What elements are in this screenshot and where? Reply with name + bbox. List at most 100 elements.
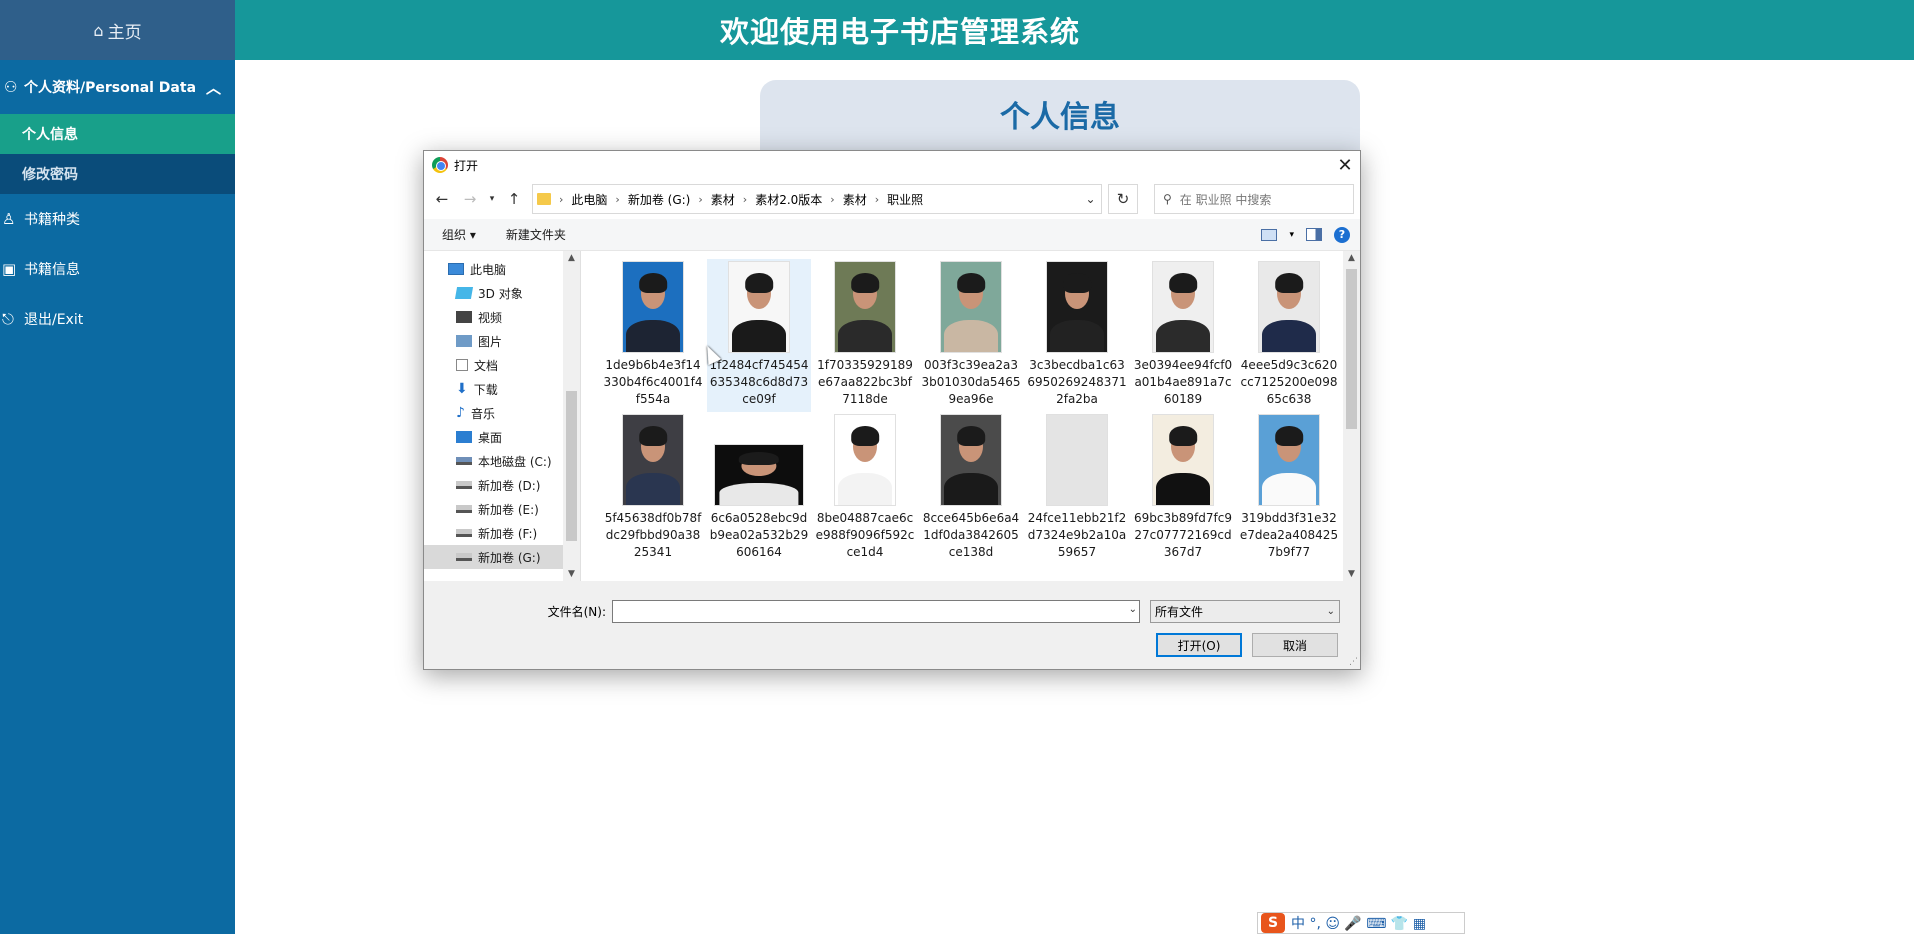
file-item[interactable]: 24fce11ebb21f2d7324e9b2a10a59657 (1025, 412, 1129, 565)
file-name: 3e0394ee94fcf0a01b4ae891a7c60189 (1133, 358, 1233, 406)
scroll-up-icon[interactable]: ▲ (563, 253, 580, 263)
preview-pane-icon[interactable] (1306, 228, 1322, 241)
video-icon (456, 311, 472, 323)
chevron-right-icon: › (698, 192, 703, 206)
file-scroll-thumb[interactable] (1346, 269, 1357, 429)
filename-field[interactable]: ⌄ (612, 599, 1140, 623)
card-title: 个人信息 (1000, 100, 1120, 135)
back-button[interactable]: ← (430, 190, 454, 208)
view-options-icon[interactable] (1261, 228, 1278, 241)
file-item[interactable]: 1de9b6b4e3f14330b4f6c4001f4f554a (601, 259, 705, 412)
file-item[interactable]: 3c3becdba1c636950269248371 2fa2ba (1025, 259, 1129, 412)
forward-button[interactable]: → (458, 190, 482, 208)
sidebar-group-personal-data[interactable]: ⚇ 个人资料/Personal Data ︿ (0, 60, 235, 114)
sidebar-item-change-password[interactable]: 修改密码 (0, 154, 235, 194)
nav-item[interactable]: 新加卷 (D:) (424, 473, 580, 497)
file-item[interactable]: 1f70335929189e67aa822bc3bf7118de (813, 259, 917, 412)
file-item[interactable]: 4eee5d9c3c620cc7125200e09865c638 (1237, 259, 1341, 412)
nav-scroll-thumb[interactable] (566, 391, 577, 541)
breadcrumb-sucai-sub[interactable]: 素材 (843, 191, 867, 208)
ime-toolbar[interactable]: S 中 °, ☺ 🎤 ⌨ 👕 ▦ (1257, 912, 1465, 934)
up-button[interactable]: ↑ (502, 190, 526, 208)
file-scrollbar[interactable]: ▲ ▼ (1343, 251, 1360, 581)
resize-grip-icon[interactable]: ⋰ (1349, 657, 1358, 667)
photo-thumbnail (1258, 414, 1320, 506)
nav-item-label: 本地磁盘 (C:) (478, 454, 552, 469)
file-item[interactable]: 5f45638df0b78fdc29fbbd90a3825341 (601, 412, 705, 565)
open-button[interactable]: 打开(O) (1156, 633, 1242, 657)
scroll-up-icon[interactable]: ▲ (1343, 253, 1360, 263)
file-item[interactable]: 8cce645b6e6a41df0da3842605ce138d (919, 412, 1023, 565)
filename-input[interactable] (613, 600, 1139, 622)
nav-item-label: 图片 (478, 334, 503, 349)
nav-item[interactable]: 新加卷 (G:) (424, 545, 580, 569)
nav-item[interactable]: 新加卷 (E:) (424, 497, 580, 521)
search-input[interactable]: ⚲ 在 职业照 中搜索 (1154, 184, 1354, 214)
filename-label: 文件名(N): (547, 604, 606, 619)
pictures-icon (456, 335, 472, 347)
portrait-body (838, 319, 892, 352)
nav-item[interactable]: 图片 (424, 329, 580, 353)
organize-button[interactable]: 组织 ▾ (442, 226, 476, 243)
nav-item[interactable]: 新加卷 (F:) (424, 521, 580, 545)
nav-item[interactable]: 本地磁盘 (C:) (424, 449, 580, 473)
file-item[interactable]: 69bc3b89fd7fc927c07772169cd367d7 (1131, 412, 1235, 565)
nav-item[interactable]: 此电脑 (424, 257, 580, 281)
file-item[interactable]: 003f3c39ea2a33b01030da54659ea96e (919, 259, 1023, 412)
breadcrumb-this-pc[interactable]: 此电脑 (571, 191, 607, 208)
cancel-button[interactable]: 取消 (1252, 633, 1338, 657)
nav-item[interactable]: 文档 (424, 353, 580, 377)
file-item[interactable]: 319bdd3f31e32e7dea2a4084257b9f77 (1237, 412, 1341, 565)
nav-item[interactable]: 3D 对象 (424, 281, 580, 305)
thumbnail-frame (926, 261, 1016, 353)
file-type-select[interactable]: 所有文件 ⌄ (1150, 599, 1340, 623)
portrait-body (1156, 319, 1210, 352)
address-dropdown-button[interactable]: ⌄ (1079, 192, 1101, 206)
sogou-logo-icon: S (1261, 913, 1285, 933)
sidebar-item-exit[interactable]: ⎋ 退出/Exit (0, 294, 235, 344)
nav-scrollbar[interactable]: ▲ ▼ (563, 251, 580, 581)
new-folder-button[interactable]: 新建文件夹 (506, 226, 566, 243)
close-button[interactable]: ✕ (1330, 155, 1360, 176)
nav-item[interactable]: ♪ 音乐 (424, 401, 580, 425)
photo-thumbnail (940, 414, 1002, 506)
refresh-button[interactable]: ↻ (1108, 184, 1138, 214)
nav-item[interactable]: 视频 (424, 305, 580, 329)
scroll-down-icon[interactable]: ▼ (563, 569, 580, 579)
recent-locations-button[interactable]: ▾ (486, 194, 498, 204)
nav-item-label: 视频 (478, 310, 503, 325)
file-item[interactable]: 6c6a0528ebc9db9ea02a532b29606164 (707, 412, 811, 565)
ime-status-icons: 中 °, ☺ 🎤 ⌨ 👕 ▦ (1291, 916, 1427, 932)
nav-item-label: 新加卷 (G:) (478, 550, 541, 565)
sidebar-item-book-info[interactable]: ▣ 书籍信息 (0, 244, 235, 294)
breadcrumb-drive-g[interactable]: 新加卷 (G:) (628, 191, 691, 208)
thumbnail-frame (1244, 261, 1334, 353)
sidebar-item-personal-info[interactable]: 个人信息 (0, 114, 235, 154)
sidebar-item-label: 退出/Exit (24, 312, 84, 328)
breadcrumb-current[interactable]: 职业照 (887, 191, 923, 208)
breadcrumb-sucai[interactable]: 素材 (711, 191, 735, 208)
sidebar: ⌂ 主页 ⚇ 个人资料/Personal Data ︿ 个人信息 修改密码 ♙ … (0, 0, 235, 934)
chevron-down-icon[interactable]: ⌄ (1129, 604, 1137, 615)
nav-item[interactable]: 桌面 (424, 425, 580, 449)
breadcrumb-sucai-2[interactable]: 素材2.0版本 (755, 191, 822, 208)
file-item[interactable]: 8be04887cae6ce988f9096f592cce1d4 (813, 412, 917, 565)
help-icon[interactable]: ? (1334, 226, 1350, 243)
sidebar-item-book-category[interactable]: ♙ 书籍种类 (0, 194, 235, 244)
nav-item-label: 此电脑 (470, 262, 507, 277)
file-item[interactable]: 1f2484cf745454635348c6d8d73ce09f (707, 259, 811, 412)
dialog-titlebar[interactable]: 打开 ✕ (424, 151, 1360, 179)
nav-item-label: 文档 (474, 358, 499, 373)
address-bar[interactable]: › 此电脑 › 新加卷 (G:) › 素材 › 素材2.0版本 › 素材 › 职… (532, 184, 1102, 214)
dialog-toolbar: 组织 ▾ 新建文件夹 ▾ ? (424, 219, 1360, 251)
view-dropdown-icon[interactable]: ▾ (1289, 230, 1294, 240)
home-link[interactable]: ⌂ 主页 (0, 0, 235, 60)
nav-item-label: 桌面 (478, 430, 503, 445)
nav-item[interactable]: ⬇ 下载 (424, 377, 580, 401)
download-icon: ⬇ (456, 381, 468, 397)
file-item[interactable]: 3e0394ee94fcf0a01b4ae891a7c60189 (1131, 259, 1235, 412)
scroll-down-icon[interactable]: ▼ (1343, 569, 1360, 579)
chevron-up-icon: ︿ (205, 78, 221, 97)
thumbnail-frame (1138, 261, 1228, 353)
sidebar-item-label: 书籍种类 (24, 212, 80, 228)
